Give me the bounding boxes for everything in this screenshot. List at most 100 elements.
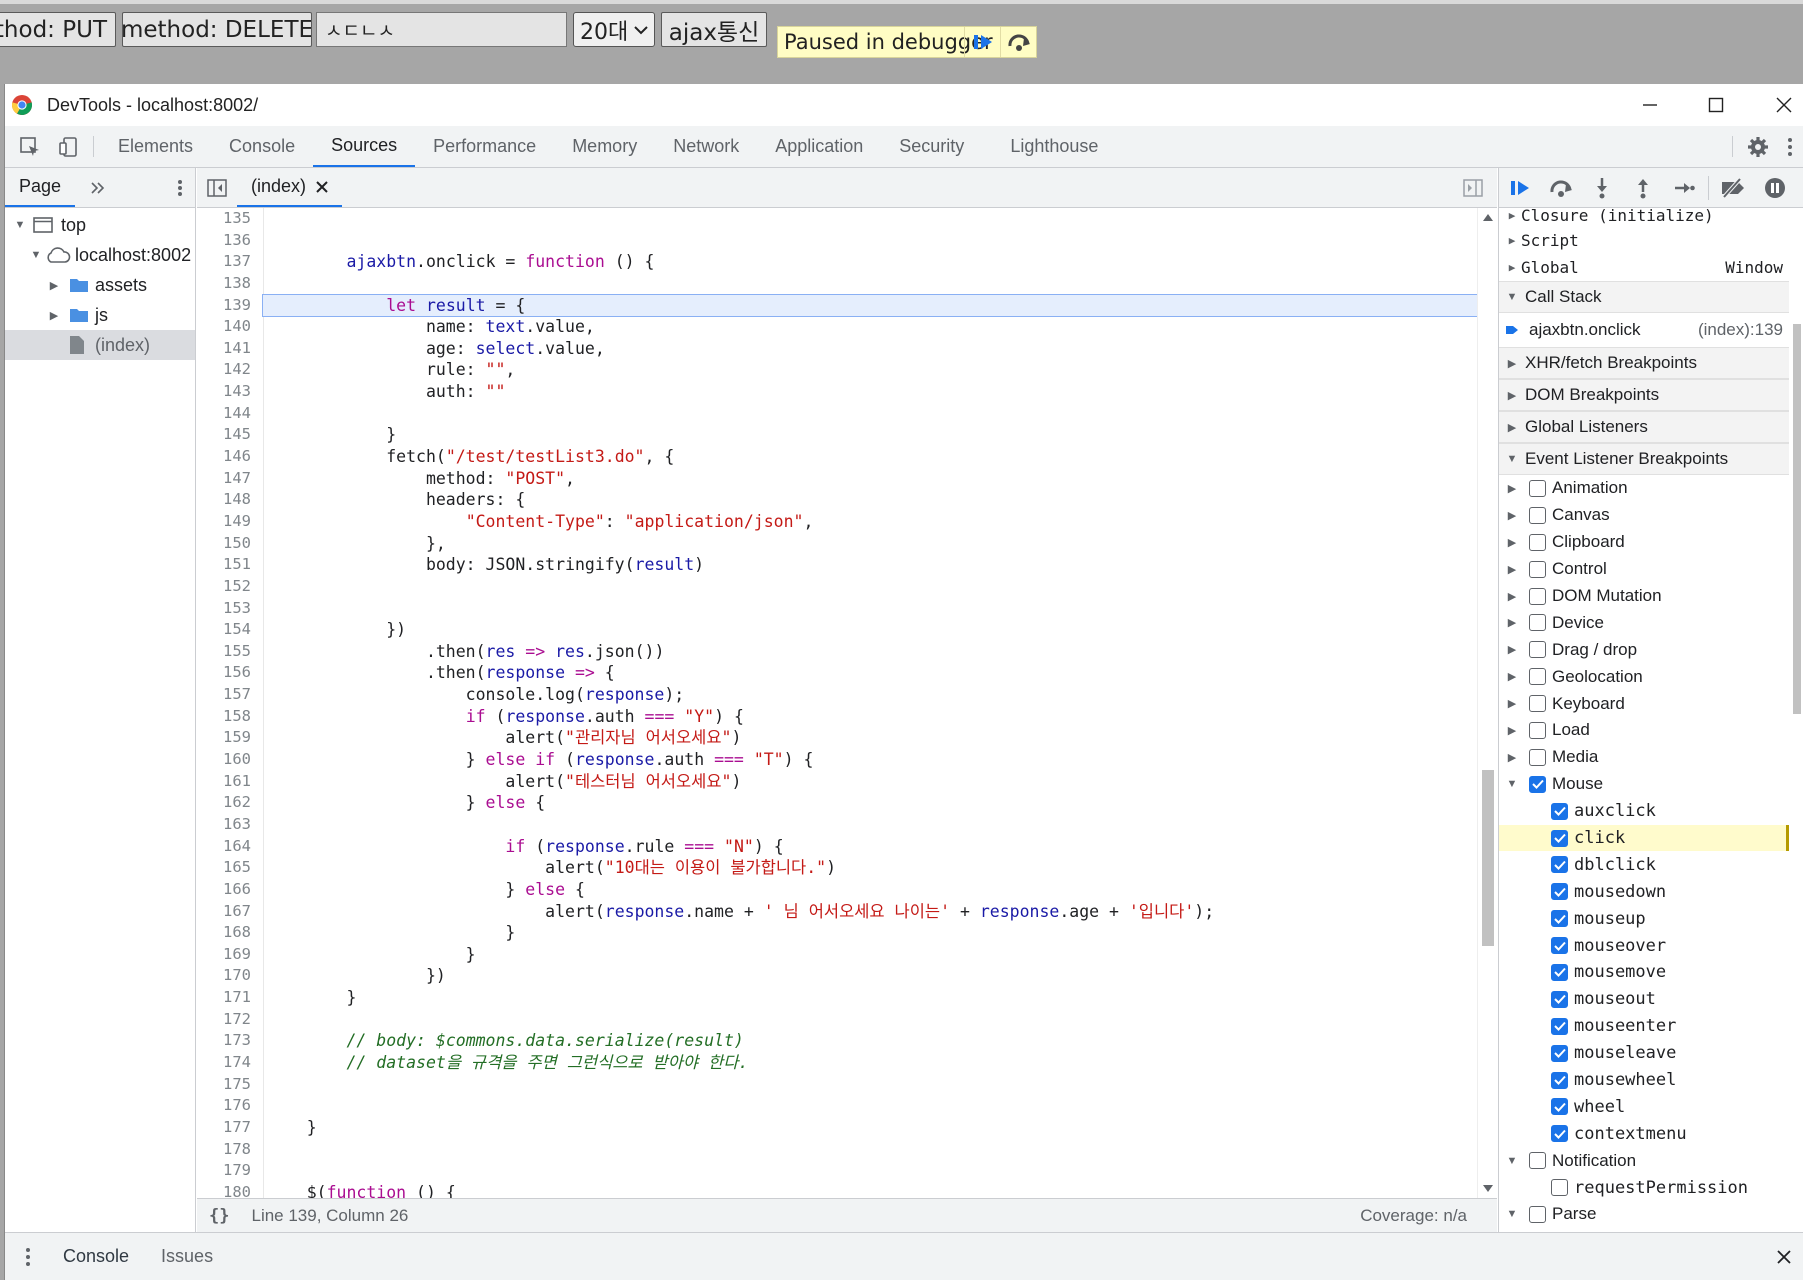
line-number[interactable]: 160 <box>197 749 257 771</box>
checkbox[interactable] <box>1551 1179 1568 1197</box>
step-into-button[interactable] <box>1581 168 1622 208</box>
line-number[interactable]: 144 <box>197 403 257 425</box>
line-number[interactable]: 158 <box>197 706 257 728</box>
resume-icon[interactable] <box>964 27 1000 57</box>
scope-script[interactable]: ▶ Script <box>1499 227 1789 254</box>
checkbox[interactable] <box>1529 1152 1546 1170</box>
checkbox-checked[interactable] <box>1529 775 1546 793</box>
checkbox[interactable] <box>1529 721 1546 739</box>
checkbox-checked[interactable] <box>1551 1017 1568 1035</box>
tab-security[interactable]: Security <box>881 126 982 167</box>
line-number[interactable]: 135 <box>197 208 257 230</box>
tab-page[interactable]: Page <box>5 168 76 207</box>
line-number-gutter[interactable]: 135 136 137 138 139 140 141 142 143 144 145 146 147 1… <box>197 208 257 1198</box>
debugger-scroll-thumb[interactable] <box>1793 324 1801 714</box>
tab-network[interactable]: Network <box>655 126 757 167</box>
drawer-tab-console[interactable]: Console <box>51 1246 141 1267</box>
checkbox-checked[interactable] <box>1551 937 1568 955</box>
event-item-dblclick[interactable]: dblclick <box>1499 851 1789 878</box>
line-number[interactable]: 145 <box>197 424 257 446</box>
event-item-mouseleave[interactable]: mouseleave <box>1499 1040 1789 1067</box>
close-window-button[interactable] <box>1751 84 1803 126</box>
event-item-mouseover[interactable]: mouseover <box>1499 932 1789 959</box>
event-item-requestpermission[interactable]: requestPermission <box>1499 1174 1789 1201</box>
line-number[interactable]: 178 <box>197 1139 257 1161</box>
minimize-button[interactable] <box>1617 84 1683 126</box>
call-frame[interactable]: ajaxbtn.onclick (index):139 <box>1499 313 1789 347</box>
scroll-up-icon[interactable] <box>1482 212 1494 222</box>
checkbox[interactable] <box>1529 479 1546 497</box>
line-number[interactable]: 172 <box>197 1009 257 1031</box>
event-item-mousemove[interactable]: mousemove <box>1499 959 1789 986</box>
step-over-icon[interactable] <box>1000 27 1036 57</box>
tree-item-localhost[interactable]: ▼ localhost:8002 <box>5 240 195 270</box>
line-number[interactable]: 149 <box>197 511 257 533</box>
checkbox-checked[interactable] <box>1551 883 1568 901</box>
event-category-item[interactable]: ▶ Canvas <box>1499 502 1789 529</box>
checkbox-checked[interactable] <box>1551 802 1568 820</box>
resume-button[interactable] <box>1499 168 1540 208</box>
tab-performance[interactable]: Performance <box>415 126 554 167</box>
device-toolbar-button[interactable] <box>49 126 87 167</box>
event-item-auxclick[interactable]: auxclick <box>1499 798 1789 825</box>
line-number[interactable]: 170 <box>197 965 257 987</box>
maximize-button[interactable] <box>1683 84 1749 126</box>
line-number[interactable]: 147 <box>197 468 257 490</box>
line-number[interactable]: 141 <box>197 338 257 360</box>
line-number[interactable]: 180 <box>197 1182 257 1198</box>
event-category-item[interactable]: ▶ Drag / drop <box>1499 636 1789 663</box>
checkbox[interactable] <box>1529 614 1546 632</box>
pause-on-exceptions-button[interactable] <box>1754 168 1795 208</box>
tree-item-js[interactable]: ▶ js <box>5 300 195 330</box>
editor-tab-index[interactable]: (index) <box>237 168 343 207</box>
checkbox[interactable] <box>1529 506 1546 524</box>
editor-scroll-thumb[interactable] <box>1482 770 1494 946</box>
debugger-scrollbar[interactable] <box>1789 208 1803 1232</box>
event-category-item[interactable]: ▶ Animation <box>1499 475 1789 502</box>
drawer-menu-button[interactable] <box>5 1246 51 1268</box>
line-number[interactable]: 171 <box>197 987 257 1009</box>
line-number[interactable]: 154 <box>197 619 257 641</box>
step-button[interactable] <box>1663 168 1704 208</box>
scope-global[interactable]: ▶ Global Window <box>1499 254 1789 281</box>
checkbox[interactable] <box>1529 668 1546 686</box>
event-item-mouseout[interactable]: mouseout <box>1499 986 1789 1013</box>
event-listener-breakpoints-header[interactable]: ▼ Event Listener Breakpoints <box>1499 443 1789 475</box>
tab-console[interactable]: Console <box>211 126 313 167</box>
event-item-click[interactable]: click <box>1499 824 1789 852</box>
line-number[interactable]: 139 <box>197 295 257 317</box>
line-number[interactable]: 150 <box>197 533 257 555</box>
event-category-mouse[interactable]: ▼ Mouse <box>1499 771 1789 798</box>
event-category-item[interactable]: ▶ Geolocation <box>1499 663 1789 690</box>
event-item-mousewheel[interactable]: mousewheel <box>1499 1067 1789 1094</box>
line-number[interactable]: 156 <box>197 662 257 684</box>
line-number[interactable]: 153 <box>197 598 257 620</box>
close-tab-icon[interactable] <box>316 180 328 193</box>
age-select[interactable]: 20대 <box>573 12 655 47</box>
line-number[interactable]: 177 <box>197 1117 257 1139</box>
line-number[interactable]: 165 <box>197 857 257 879</box>
event-category-item[interactable]: ▶ DOM Mutation <box>1499 583 1789 610</box>
method-delete-button[interactable]: method: DELETE <box>122 12 312 47</box>
line-number[interactable]: 167 <box>197 901 257 923</box>
event-category-item[interactable]: ▶ Load <box>1499 717 1789 744</box>
tab-lighthouse[interactable]: Lighthouse <box>992 126 1116 167</box>
checkbox-checked[interactable] <box>1551 1098 1568 1116</box>
event-item-contextmenu[interactable]: contextmenu <box>1499 1120 1789 1147</box>
checkbox-checked[interactable] <box>1551 856 1568 874</box>
line-number[interactable]: 164 <box>197 836 257 858</box>
code-area[interactable]: 135 136 137 138 139 140 141 142 143 144 145 146 147 1… <box>197 208 1477 1198</box>
toggle-navigator-button[interactable] <box>197 168 237 207</box>
line-number[interactable]: 163 <box>197 814 257 836</box>
checkbox-checked[interactable] <box>1551 1044 1568 1062</box>
line-number[interactable]: 179 <box>197 1160 257 1182</box>
line-number[interactable]: 173 <box>197 1030 257 1052</box>
more-options-button[interactable] <box>1777 126 1803 167</box>
scroll-down-icon[interactable] <box>1482 1184 1494 1194</box>
method-put-button[interactable]: ethod: PUT <box>0 12 116 47</box>
checkbox-checked[interactable] <box>1551 990 1568 1008</box>
toggle-debugger-button[interactable] <box>1453 168 1493 208</box>
coverage-status[interactable]: Coverage: n/a <box>1360 1206 1467 1226</box>
line-number[interactable]: 136 <box>197 230 257 252</box>
checkbox[interactable] <box>1529 695 1546 713</box>
